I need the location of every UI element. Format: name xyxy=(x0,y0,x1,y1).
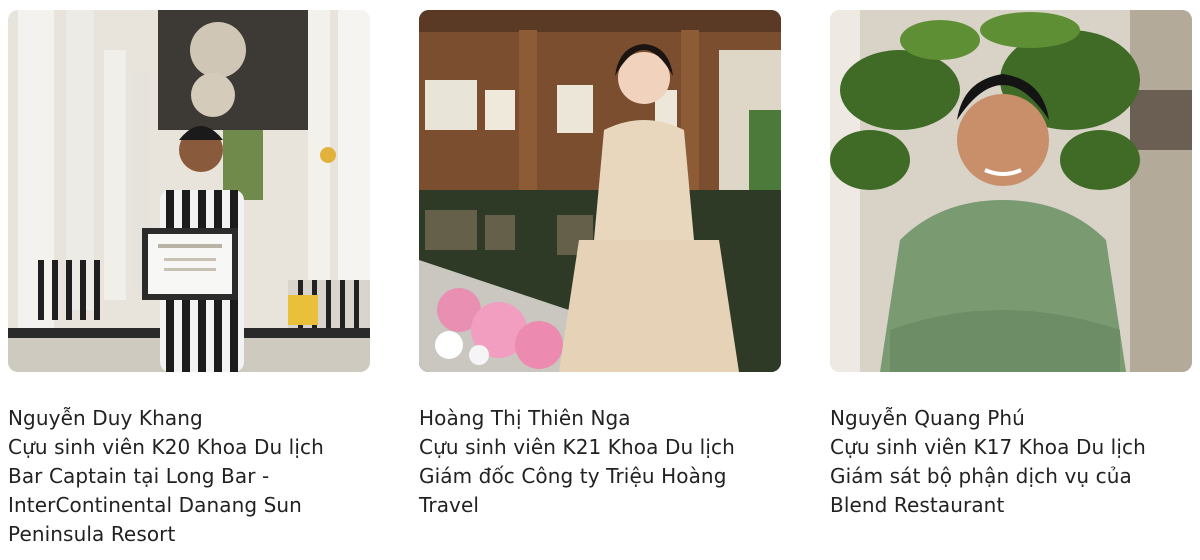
alumni-photo[interactable] xyxy=(419,10,781,372)
alumni-name: Nguyễn Duy Khang xyxy=(8,406,203,430)
alumni-position: Bar Captain tại Long Bar - InterContinen… xyxy=(8,464,302,546)
alumni-position: Giám đốc Công ty Triệu Hoàng Travel xyxy=(419,464,727,517)
alumni-caption: Nguyễn Quang Phú Cựu sinh viên K17 Khoa … xyxy=(830,404,1192,520)
alumni-name: Nguyễn Quang Phú xyxy=(830,406,1025,430)
alumni-position: Giám sát bộ phận dịch vụ của Blend Resta… xyxy=(830,464,1132,517)
alumni-cohort: Cựu sinh viên K21 Khoa Du lịch xyxy=(419,435,735,459)
alumni-photo[interactable] xyxy=(830,10,1192,372)
alumni-caption: Hoàng Thị Thiên Nga Cựu sinh viên K21 Kh… xyxy=(419,404,781,520)
alumni-name: Hoàng Thị Thiên Nga xyxy=(419,406,631,430)
alumni-card[interactable]: Hoàng Thị Thiên Nga Cựu sinh viên K21 Kh… xyxy=(419,10,781,520)
alumni-cohort: Cựu sinh viên K20 Khoa Du lịch xyxy=(8,435,324,459)
alumni-grid: Nguyễn Duy Khang Cựu sinh viên K20 Khoa … xyxy=(0,0,1200,560)
alumni-cohort: Cựu sinh viên K17 Khoa Du lịch xyxy=(830,435,1146,459)
alumni-caption: Nguyễn Duy Khang Cựu sinh viên K20 Khoa … xyxy=(8,404,370,549)
alumni-card[interactable]: Nguyễn Duy Khang Cựu sinh viên K20 Khoa … xyxy=(8,10,370,549)
alumni-card[interactable]: Nguyễn Quang Phú Cựu sinh viên K17 Khoa … xyxy=(830,10,1192,520)
alumni-photo[interactable] xyxy=(8,10,370,372)
